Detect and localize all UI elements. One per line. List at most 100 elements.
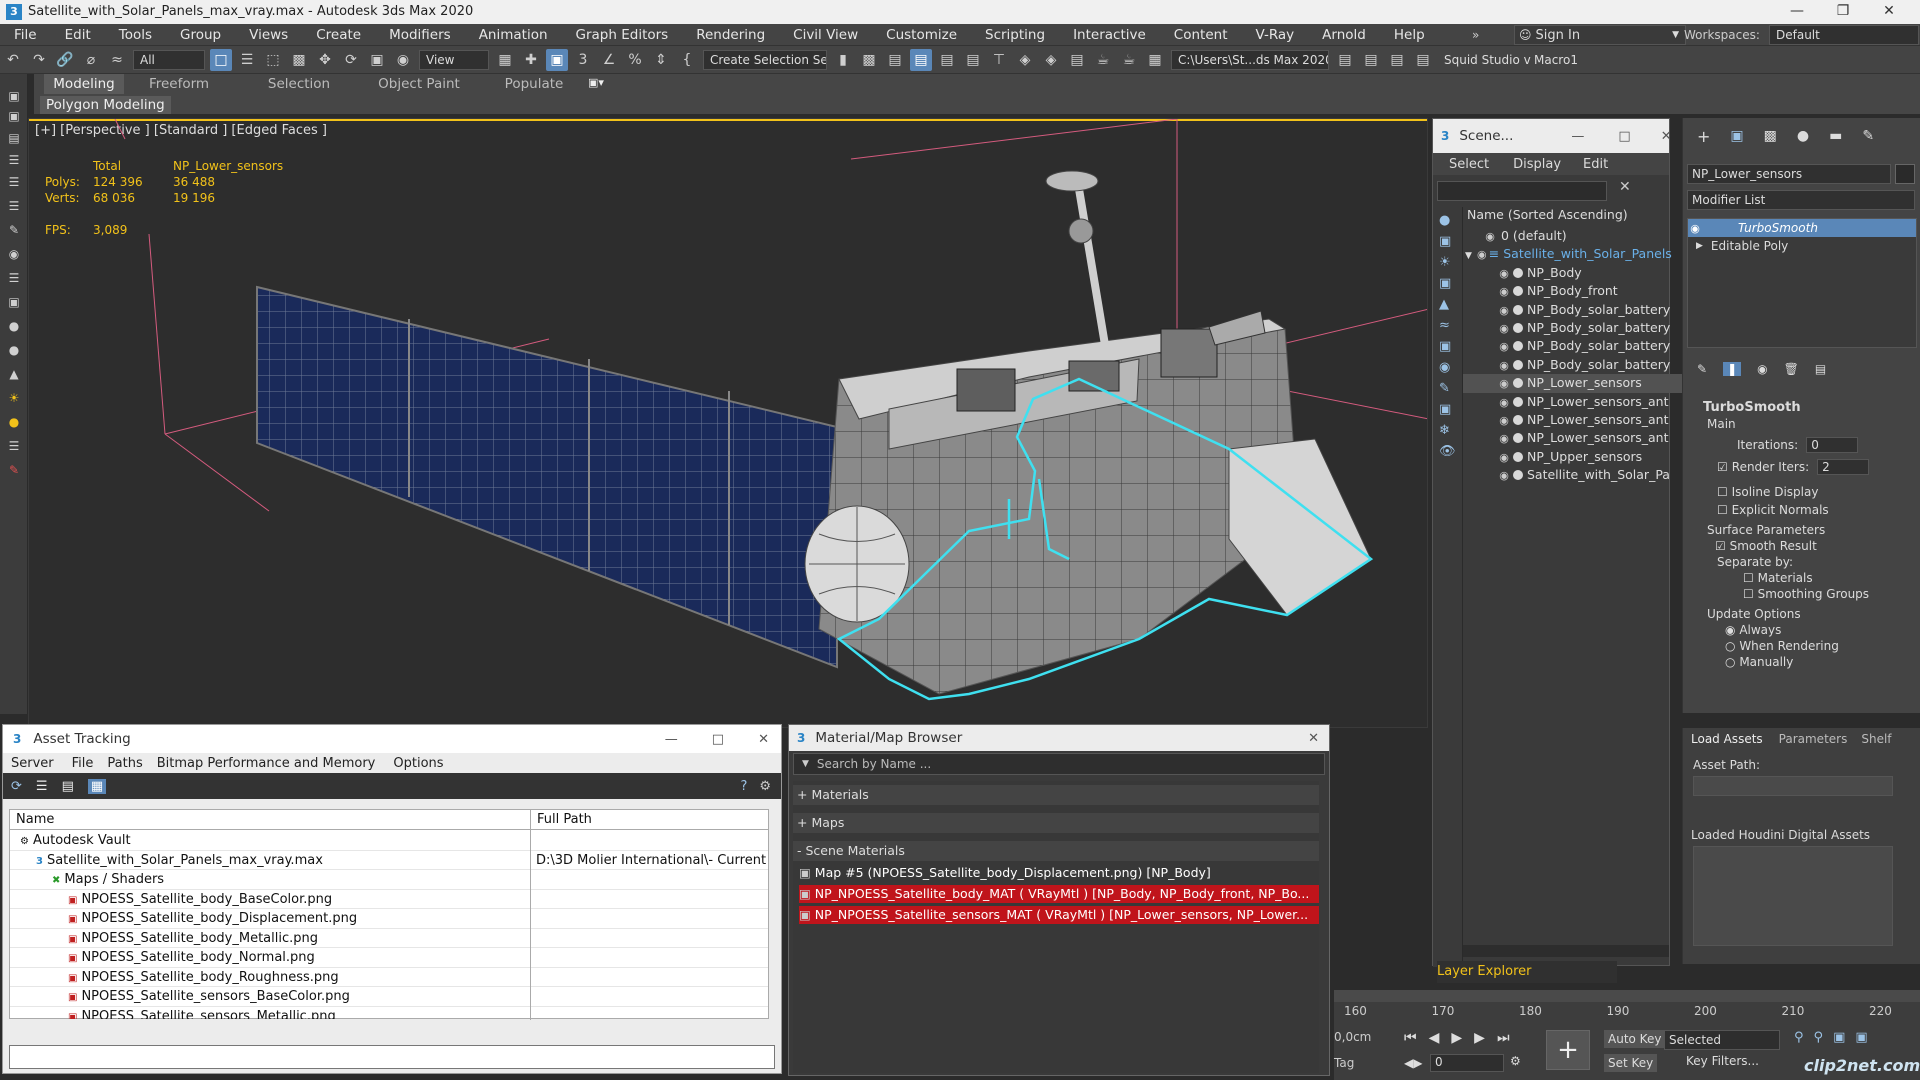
scale-icon[interactable]: ▣ (366, 49, 388, 71)
ribbon-options-icon[interactable]: ▣▾ (588, 76, 618, 92)
thumbnail-icon[interactable]: ▤ (62, 779, 74, 794)
scene-row[interactable]: ◉ NP_Lower_sensors_ant (1463, 429, 1695, 447)
filter-helpers-icon[interactable]: ▲ (1439, 297, 1456, 312)
shapes-icon[interactable]: ● (4, 318, 24, 334)
mirror-icon[interactable]: ▮ (832, 49, 854, 71)
layers-icon[interactable]: ☰ (4, 198, 24, 214)
manually-radio[interactable]: ○ Manually (1687, 655, 1915, 669)
filter-spacewarps-icon[interactable]: ≈ (1439, 318, 1456, 333)
freeze-dot-icon[interactable] (1513, 304, 1523, 315)
menu-scripting[interactable]: Scripting (971, 24, 1059, 46)
minimize-icon[interactable]: — (1571, 129, 1584, 144)
menu-customize[interactable]: Customize (872, 24, 971, 46)
set-key-big-icon[interactable]: + (1546, 1030, 1590, 1070)
keyboard-shortcut-icon[interactable]: ▣ (546, 48, 568, 71)
iterations-spinner[interactable]: 0 (1806, 437, 1859, 453)
explicit-normals-checkbox[interactable]: ☐ Explicit Normals (1687, 503, 1915, 517)
tab-parameters[interactable]: Parameters (1771, 732, 1856, 746)
object-name-field[interactable]: NP_Lower_sensors (1687, 164, 1891, 184)
menu-file[interactable]: File (0, 24, 51, 46)
zoom-extents-icon[interactable]: ▣ (1833, 1030, 1845, 1045)
bind-space-warp-icon[interactable]: ≈ (106, 49, 128, 71)
refresh-icon[interactable]: ⟳ (11, 779, 22, 794)
motion-tab-icon[interactable]: ● (1797, 128, 1809, 144)
menu-paths[interactable]: Paths (107, 756, 142, 771)
camera-icon[interactable]: ▣ (4, 294, 24, 310)
display-tab-icon[interactable]: ▬ (1829, 128, 1842, 144)
make-unique-icon[interactable]: ◉ (1757, 362, 1767, 376)
maximize-icon[interactable]: □ (712, 732, 724, 747)
visibility-eye-icon[interactable]: ◉ (1497, 467, 1511, 484)
layer-icon[interactable]: ▣ (4, 108, 24, 124)
freeze-dot-icon[interactable] (1513, 433, 1523, 444)
freeze-dot-icon[interactable] (1513, 396, 1523, 407)
freeze-dot-icon[interactable] (1513, 470, 1523, 481)
tab-populate[interactable]: Populate (494, 74, 574, 94)
settings-icon[interactable]: ☰ (4, 438, 24, 454)
viewport-layout-icon[interactable]: ▣ (4, 88, 24, 104)
menu-content[interactable]: Content (1160, 24, 1242, 46)
asset-row[interactable]: ▣ NPOESS_Satellite_body_Displacement.png (10, 909, 768, 929)
scene-row[interactable]: ▼ ◉ ≡ Satellite_with_Solar_Panels (1463, 245, 1695, 263)
link-icon-2[interactable]: ☰ (4, 270, 24, 286)
scene-row[interactable]: ◉ NP_Body_solar_battery (1463, 356, 1695, 374)
material-search-bar[interactable]: ▼ Search by Name ... (793, 753, 1325, 775)
asset-row[interactable]: ▣ NPOESS_Satellite_body_Metallic.png (10, 929, 768, 948)
asset-row[interactable]: ▣ NPOESS_Satellite_body_Normal.png (10, 948, 768, 968)
materials-checkbox[interactable]: ☐ Materials (1687, 571, 1915, 585)
menu-views[interactable]: Views (235, 24, 302, 46)
asset-row[interactable]: ▣ NPOESS_Satellite_sensors_Metallic.png (10, 1007, 768, 1020)
reference-coord-dropdown[interactable]: View (419, 49, 489, 70)
filter-xrefs-icon[interactable]: ◉ (1439, 360, 1456, 375)
rect-selection-icon[interactable]: ⬚ (262, 49, 284, 71)
menu-create[interactable]: Create (302, 24, 375, 46)
when-rendering-radio[interactable]: ○ When Rendering (1687, 639, 1915, 653)
key-mode-icon[interactable]: ◀▶ (1404, 1056, 1422, 1070)
close-icon[interactable]: ✕ (1661, 129, 1672, 144)
close-button[interactable]: ✕ (1866, 0, 1912, 24)
freeze-dot-icon[interactable] (1513, 415, 1523, 425)
asset-row[interactable]: ⚙ Autodesk Vault (10, 831, 768, 851)
render-iterative-icon[interactable]: ☕ (1118, 49, 1140, 71)
menu-bitmap-performance[interactable]: Bitmap Performance and Memory (157, 756, 376, 771)
satellite-model[interactable] (29, 119, 1428, 728)
link-icon[interactable]: 🔗 (54, 49, 76, 71)
filter-lights-icon[interactable]: ☀ (1439, 255, 1456, 270)
scene-search-input[interactable] (1437, 181, 1607, 201)
previous-frame-icon[interactable]: ◀ (1429, 1030, 1440, 1046)
freeze-dot-icon[interactable] (1513, 359, 1523, 370)
zoom-icon[interactable]: ⚲ (1794, 1030, 1804, 1045)
project-label[interactable]: Squid Studio v (1444, 53, 1534, 67)
go-to-start-icon[interactable]: ⏮ (1404, 1030, 1417, 1046)
tab-icon[interactable]: ▤ (4, 130, 24, 146)
open-project-icon[interactable]: ▤ (1386, 49, 1408, 71)
menu-animation[interactable]: Animation (465, 24, 562, 46)
material-search-input[interactable]: Search by Name ... (817, 757, 931, 771)
asset-row[interactable]: ▣ NPOESS_Satellite_body_BaseColor.png (10, 890, 768, 909)
time-config-icon[interactable]: ⚙ (1510, 1054, 1521, 1068)
loaded-assets-list[interactable] (1693, 846, 1893, 946)
zoom-all-icon[interactable]: ⚲ (1814, 1030, 1824, 1045)
undo-icon[interactable]: ↶ (2, 49, 24, 71)
stack-editable-poly[interactable]: ▶ Editable Poly (1688, 237, 1916, 255)
settings-gear-icon[interactable]: ⚙ (759, 779, 771, 794)
scene-row[interactable]: ◉ NP_Body_front (1463, 282, 1695, 300)
perspective-viewport[interactable]: [+] [Perspective ] [Standard ] [Edged Fa… (28, 118, 1428, 728)
freeze-dot-icon[interactable] (1513, 323, 1523, 333)
polygon-modeling-panel[interactable]: Polygon Modeling (40, 96, 171, 114)
smooth-result-checkbox[interactable]: ☑ Smooth Result (1687, 539, 1915, 553)
render-iters-spinner[interactable]: 2 (1817, 459, 1870, 475)
filter-shapes-icon[interactable]: ▣ (1439, 234, 1456, 249)
col-name-header[interactable]: Name (10, 812, 530, 827)
always-radio[interactable]: ◉ Always (1687, 623, 1915, 637)
project-path-dropdown[interactable]: C:\Users\St...ds Max 2020 (1171, 49, 1329, 70)
time-slider[interactable] (1334, 990, 1920, 1002)
modify-tab-icon[interactable]: ▣ (1730, 128, 1743, 144)
menu-modifiers[interactable]: Modifiers (375, 24, 465, 46)
edit-named-selection-icon[interactable]: { (676, 49, 698, 71)
snaps-toggle-icon[interactable]: 3 (572, 49, 594, 71)
scene-row[interactable]: ◉ NP_Lower_sensors_ant (1463, 411, 1695, 429)
menu-display[interactable]: Display (1513, 157, 1561, 172)
filter-groups-icon[interactable]: ▣ (1439, 339, 1456, 354)
visibility-eye-icon[interactable]: ◉ (1497, 357, 1511, 374)
